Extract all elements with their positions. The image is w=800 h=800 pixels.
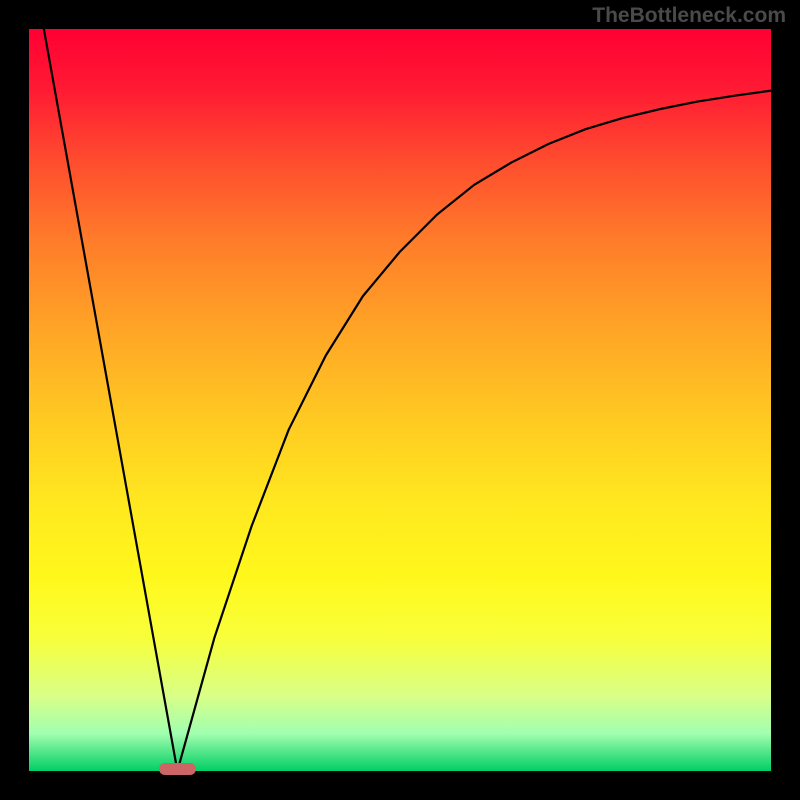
curve-svg [29, 29, 771, 771]
plot-area [29, 29, 771, 771]
chart-container: TheBottleneck.com [0, 0, 800, 800]
curve-path [44, 29, 771, 771]
bottleneck-marker [159, 763, 196, 774]
watermark-text: TheBottleneck.com [592, 4, 786, 28]
